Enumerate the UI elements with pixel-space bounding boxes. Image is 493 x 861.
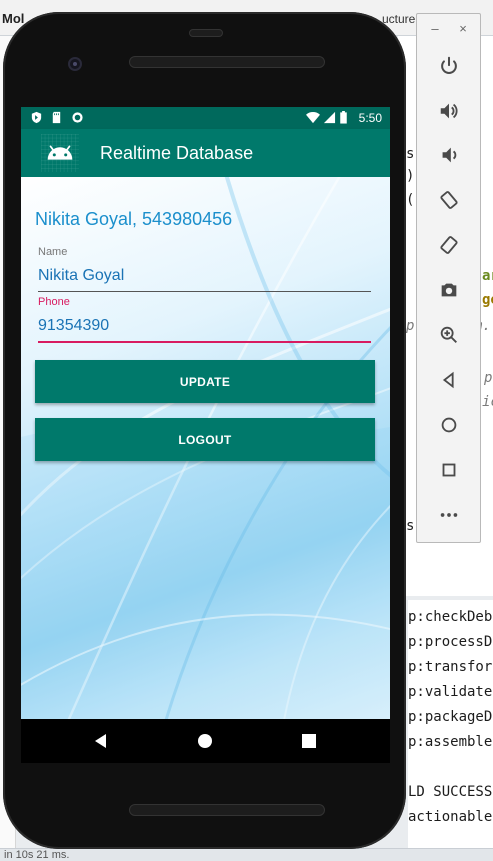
logout-button[interactable]: LOGOUT xyxy=(35,418,375,461)
battery-icon xyxy=(340,111,347,124)
name-field[interactable] xyxy=(38,261,371,291)
name-underline xyxy=(38,291,371,292)
home-icon[interactable] xyxy=(433,409,465,441)
sync-circle-icon xyxy=(72,112,83,123)
phone-underline xyxy=(38,341,371,343)
console-line: p:checkDeb xyxy=(408,609,493,625)
build-time-text: in 10s 21 ms. xyxy=(4,849,70,861)
phone-label: Phone xyxy=(38,296,70,308)
console-line: p:assemble xyxy=(408,734,493,750)
ide-project-title: Mol xyxy=(2,11,25,26)
wifi-icon xyxy=(306,111,320,124)
status-bar: 5:50 xyxy=(21,107,390,129)
status-time: 5:50 xyxy=(358,111,382,125)
console-line: p:transfor xyxy=(408,659,493,675)
close-button[interactable]: × xyxy=(455,21,471,36)
nav-home-icon[interactable] xyxy=(195,731,215,751)
zoom-icon[interactable] xyxy=(433,319,465,351)
app-bar: Realtime Database xyxy=(21,129,390,177)
emulator-toolbar: – × xyxy=(416,13,481,543)
phone-field[interactable] xyxy=(38,311,371,341)
code-fragment: ar xyxy=(482,268,493,284)
android-logo-icon xyxy=(41,134,79,172)
console-line: p:validate xyxy=(408,684,493,700)
console-line: p:processD xyxy=(408,634,493,650)
volume-up-icon[interactable] xyxy=(433,95,465,127)
more-icon[interactable] xyxy=(433,499,465,531)
profile-form: Nikita Goyal, 543980456 Name Phone UPDAT… xyxy=(21,177,390,719)
app-title: Realtime Database xyxy=(100,143,254,163)
code-fragment: s xyxy=(406,518,415,534)
user-greeting: Nikita Goyal, 543980456 xyxy=(35,209,233,229)
navigation-bar xyxy=(21,719,390,763)
nav-overview-icon[interactable] xyxy=(299,731,319,751)
front-camera xyxy=(68,57,82,71)
device-screen: 5:50 Realtime Database Nikita Goyal, 543… xyxy=(21,107,390,719)
overview-icon[interactable] xyxy=(433,454,465,486)
bottom-speaker xyxy=(129,804,325,816)
signal-icon xyxy=(323,111,336,124)
console-line: p:packageD xyxy=(408,709,493,725)
code-fragment: ) xyxy=(406,168,415,184)
ide-status-strip: in 10s 21 ms. xyxy=(0,848,493,861)
code-fragment: s xyxy=(406,146,415,162)
sd-card-icon xyxy=(52,111,61,124)
name-label: Name xyxy=(38,246,68,258)
console-line: LD SUCCESS xyxy=(408,784,493,800)
power-icon[interactable] xyxy=(433,50,465,82)
build-console[interactable]: p:checkDeb p:processD p:transfor p:valid… xyxy=(408,600,493,855)
code-fragment: p xyxy=(406,318,415,334)
volume-down-icon[interactable] xyxy=(433,139,465,171)
update-button[interactable]: UPDATE xyxy=(35,360,375,403)
rotate-left-icon[interactable] xyxy=(433,184,465,216)
nav-back-icon[interactable] xyxy=(91,731,111,751)
back-icon[interactable] xyxy=(433,364,465,396)
code-fragment: p xyxy=(484,370,493,386)
code-fragment: ( xyxy=(406,192,415,208)
console-line: actionable xyxy=(408,809,493,825)
top-speaker xyxy=(129,56,325,68)
camera-icon[interactable] xyxy=(433,274,465,306)
ide-structure-tab[interactable]: ucture xyxy=(382,12,415,26)
code-fragment: ic xyxy=(482,394,493,410)
earpiece xyxy=(189,29,223,37)
play-protect-icon xyxy=(31,111,42,124)
rotate-right-icon[interactable] xyxy=(433,229,465,261)
minimize-button[interactable]: – xyxy=(427,21,443,36)
code-fragment: go xyxy=(482,292,493,308)
